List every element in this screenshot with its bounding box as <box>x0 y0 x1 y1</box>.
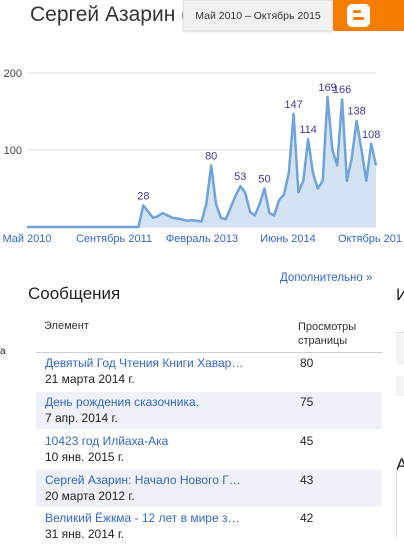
data-label: 147 <box>284 99 302 111</box>
chart-svg: 200100288053 50147114169166138108Май 2010… <box>2 68 402 245</box>
data-label: 114 <box>299 124 317 136</box>
date-range-selector[interactable]: Май 2010 – Октябрь 2015 <box>183 0 333 31</box>
post-date: 21 марта 2014 г. <box>45 372 135 386</box>
data-label: 138 <box>347 106 365 118</box>
post-views: 43 <box>300 473 314 487</box>
data-label: 28 <box>137 190 149 202</box>
data-label: 50 <box>258 174 270 186</box>
data-label: 80 <box>205 150 217 162</box>
x-tick-label: Февраль 2013 <box>166 233 238 245</box>
post-title-link[interactable]: Девятый Год Чтения Книги Хавар… <box>45 356 267 370</box>
table-header: Элемент Просмотры страницы <box>36 316 382 353</box>
post-views: 45 <box>300 434 314 448</box>
x-tick-label: Май 2010 <box>2 233 51 245</box>
column-header-item: Элемент <box>44 320 89 332</box>
right-panel-divider <box>396 468 397 538</box>
post-title-link[interactable]: 10423 год Илйаха-Ака <box>45 434 267 448</box>
data-label: 108 <box>362 129 380 141</box>
left-panel-fragment: а <box>0 346 6 357</box>
table-row: Великий Ёжкма - 12 лет в мире з… 31 янв.… <box>36 508 382 545</box>
blogger-logo-icon <box>347 4 370 27</box>
table-row: 10423 год Илйаха-Ака 10 янв. 2015 г. 45 <box>36 431 382 468</box>
data-label: 166 <box>333 84 351 96</box>
table-row: Девятый Год Чтения Книги Хавар… 21 марта… <box>36 353 382 390</box>
x-tick-label: Октябрь 201 <box>338 233 402 245</box>
post-views: 80 <box>300 356 314 370</box>
column-header-views-line1: Просмотры <box>298 321 357 333</box>
post-date: 20 марта 2012 г. <box>45 489 135 503</box>
data-label: 53 <box>234 171 246 183</box>
right-panel-strip <box>396 304 404 542</box>
post-date: 31 янв. 2014 г. <box>45 527 125 541</box>
post-title-link[interactable]: Великий Ёжкма - 12 лет в мире з… <box>45 511 267 525</box>
x-tick-label: Июнь 2014 <box>260 233 316 245</box>
column-header-views-line2: страницы <box>298 335 348 347</box>
post-title-link[interactable]: Сергей Азарин: Начало Нового Г… <box>45 473 267 487</box>
post-views: 75 <box>300 395 314 409</box>
pageviews-chart: 200 100 28 80 53 50 147 114 169 166 138 108 Май 2010… <box>0 60 404 250</box>
blogger-button[interactable] <box>333 0 404 31</box>
post-views: 42 <box>300 511 314 525</box>
table-row: Сергей Азарин: Начало Нового Г… 20 марта… <box>36 470 382 507</box>
y-tick-label: 200 <box>4 68 22 80</box>
right-panel-title-fragment: И <box>396 285 404 304</box>
column-header-views: Просмотры страницы <box>298 320 356 348</box>
right-panel-row <box>396 332 404 365</box>
post-date: 7 апр. 2014 г. <box>45 411 118 425</box>
more-link[interactable]: Дополнительно » <box>280 272 372 284</box>
page-title: Сергей Азарин (S <box>30 3 203 26</box>
right-panel-row <box>396 376 404 396</box>
table-row: День рождения сказочника. 7 апр. 2014 г.… <box>36 392 382 429</box>
y-tick-label: 100 <box>4 145 22 157</box>
posts-section-title: Сообщения <box>28 284 121 303</box>
post-date: 10 янв. 2015 г. <box>45 450 125 464</box>
x-tick-label: Сентябрь 2011 <box>76 233 152 245</box>
post-title-link[interactable]: День рождения сказочника. <box>45 395 267 409</box>
